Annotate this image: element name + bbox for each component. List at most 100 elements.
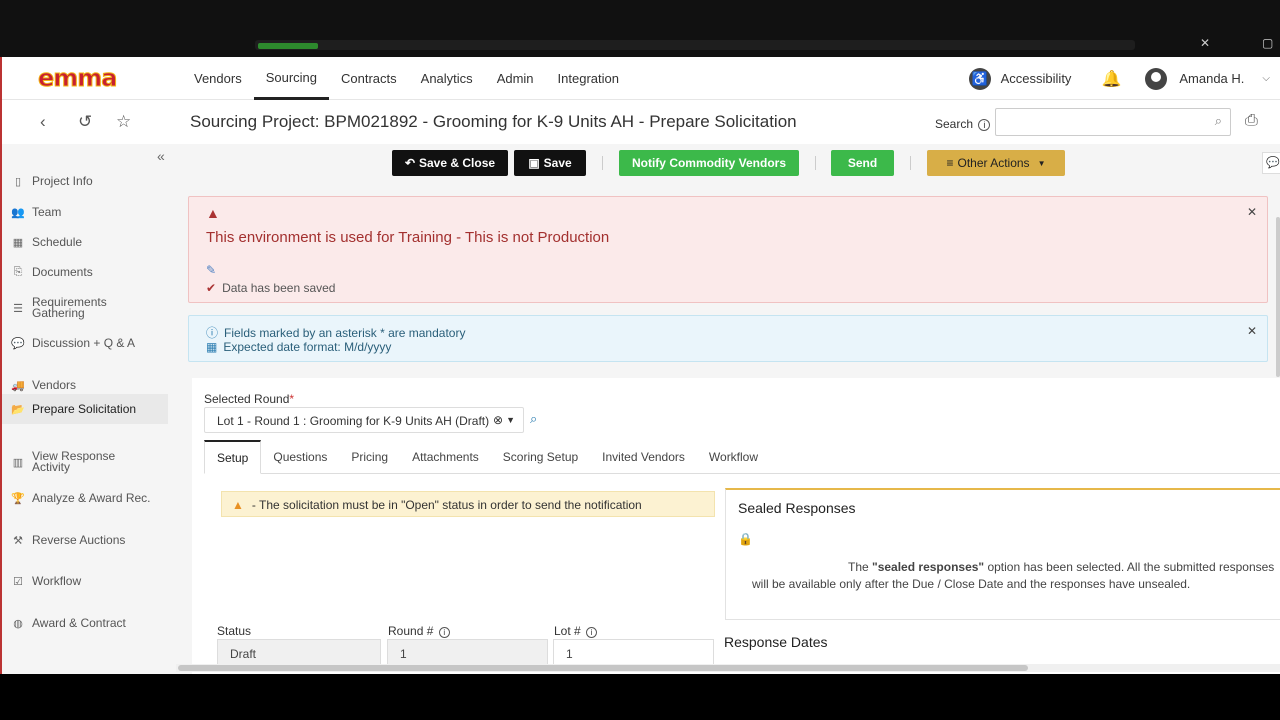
other-actions-button[interactable]: ≡ Other Actions ▼ — [927, 150, 1065, 176]
round-label: Round # i — [388, 624, 450, 638]
sidebar-item-workflow[interactable]: ☑ Workflow — [10, 575, 176, 588]
nav-admin[interactable]: Admin — [485, 57, 546, 100]
save-close-button[interactable]: ↶ Save & Close — [392, 150, 508, 176]
star-icon[interactable]: ☆ — [116, 112, 131, 132]
sidebar-item-schedule[interactable]: ▦ Schedule — [10, 236, 176, 249]
warning-icon: ▲ — [232, 498, 244, 512]
nav-integration[interactable]: Integration — [546, 57, 631, 100]
search-input[interactable]: ⌕ — [995, 108, 1231, 136]
sealed-description: The "sealed responses" option has been s… — [752, 560, 1275, 591]
selected-round-select[interactable]: Lot 1 - Round 1 : Grooming for K-9 Units… — [204, 407, 524, 433]
selected-round-label: Selected Round* — [204, 392, 295, 406]
tab-invited-vendors[interactable]: Invited Vendors — [590, 440, 697, 474]
list-icon: ☰ — [13, 302, 23, 315]
tab-workflow[interactable]: Workflow — [697, 440, 770, 474]
tab-attachments[interactable]: Attachments — [400, 440, 491, 474]
round-field: 1 — [387, 639, 548, 665]
sidebar-item-discussion[interactable]: 💬 Discussion + Q & A — [10, 337, 176, 350]
window-icon[interactable]: ▢ — [1262, 36, 1273, 50]
clear-icon[interactable]: ⊗ — [493, 413, 503, 427]
collapse-sidebar-icon[interactable]: « — [157, 148, 165, 164]
info-icon: i — [978, 119, 991, 131]
search-icon[interactable]: ⌕ — [530, 411, 537, 427]
back-icon[interactable]: ‹ — [40, 112, 46, 132]
sealed-title: Sealed Responses — [738, 500, 856, 516]
app-window: emma Vendors Sourcing Contracts Analytic… — [0, 57, 1280, 674]
sidebar-item-reverse-auctions[interactable]: ⚒ Reverse Auctions — [10, 534, 176, 547]
close-icon[interactable]: ✕ — [1247, 205, 1257, 219]
sidebar-item-team[interactable]: 👥 Team — [10, 206, 176, 219]
sidebar: « ▯ Project Info 👥 Team ▦ Schedule ⎘ Documen… — [2, 144, 176, 674]
search-label: Search i — [935, 117, 991, 131]
history-icon[interactable]: ↺ — [78, 112, 92, 132]
horizontal-scrollbar[interactable] — [176, 664, 1280, 672]
sidebar-item-award-contract[interactable]: ◍ Award & Contract — [10, 617, 176, 630]
date-format-note: ▦ Expected date format: M/d/yyyy — [206, 340, 392, 354]
calendar-icon: ▦ — [12, 237, 24, 249]
close-icon[interactable]: ✕ — [1247, 324, 1257, 338]
browser-chrome: ✕ ▢ — [0, 0, 1280, 57]
chart-icon: ▥ — [12, 456, 24, 469]
solicitation-card: Selected Round* Lot 1 - Round 1 : Groomi… — [192, 378, 1280, 674]
sidebar-item-project-info[interactable]: ▯ Project Info — [10, 175, 176, 188]
nav-sourcing[interactable]: Sourcing — [253, 57, 330, 100]
nav-right: ♿ Accessibility 🔔 Amanda H. ⌵ — [968, 57, 1280, 100]
divider — [602, 156, 603, 170]
address-bar[interactable] — [255, 40, 1135, 50]
comments-icon: 💬 — [11, 338, 25, 350]
sidebar-item-documents[interactable]: ⎘ Documents — [10, 266, 176, 279]
nav-vendors[interactable]: Vendors — [182, 57, 254, 100]
address-highlight — [258, 43, 318, 49]
bell-icon[interactable]: 🔔 — [1101, 69, 1121, 89]
response-dates-heading: Response Dates — [724, 634, 828, 650]
main-nav: Vendors Sourcing Contracts Analytics Adm… — [182, 57, 631, 100]
user-menu[interactable]: Amanda H. ⌵ — [1145, 67, 1270, 90]
nav-analytics[interactable]: Analytics — [409, 57, 485, 100]
sidebar-item-requirements[interactable]: ☰ Requirements Gathering — [10, 296, 176, 319]
chevron-down-icon: ⌵ — [1262, 73, 1270, 84]
tab-questions[interactable]: Questions — [261, 440, 339, 474]
solicitation-tabs: Setup Questions Pricing Attachments Scor… — [204, 440, 1280, 474]
info-alert: ⓘ Fields marked by an asterisk * are mand… — [188, 315, 1268, 362]
tab-pricing[interactable]: Pricing — [339, 440, 400, 474]
save-button[interactable]: ▣ Save — [514, 150, 586, 176]
info-icon: i — [586, 627, 598, 638]
tab-scoring-setup[interactable]: Scoring Setup — [491, 440, 590, 474]
training-message: This environment is used for Training - … — [206, 229, 610, 246]
emma-logo[interactable]: emma — [38, 64, 130, 93]
gavel-icon: ⚒ — [13, 535, 23, 547]
accessibility-button[interactable]: ♿ Accessibility — [968, 67, 1071, 90]
send-button[interactable]: Send — [831, 150, 894, 176]
mandatory-note: ⓘ Fields marked by an asterisk * are mand… — [206, 326, 466, 340]
chat-icon[interactable]: 💬 — [1262, 152, 1280, 174]
trophy-icon: 🏆 — [11, 493, 25, 505]
training-alert: ▲ This environment is used for Training … — [188, 196, 1268, 303]
warning-icon: ▲ — [206, 205, 220, 221]
close-tab-icon[interactable]: ✕ — [1200, 36, 1210, 50]
floppy-icon: ▣ — [528, 156, 540, 170]
nav-contracts[interactable]: Contracts — [329, 57, 409, 100]
calendar-icon: ▦ — [206, 340, 218, 354]
search-icon[interactable]: ⌕ — [1215, 113, 1222, 129]
sidebar-item-view-response[interactable]: ▥ View Response Activity — [10, 450, 176, 473]
tab-setup[interactable]: Setup — [204, 440, 262, 474]
palette-icon: ◍ — [13, 618, 23, 630]
status-label: Status — [217, 624, 252, 638]
vertical-scrollbar[interactable] — [1276, 217, 1280, 377]
sidebar-item-vendors[interactable]: 🚚 Vendors — [10, 379, 176, 392]
info-icon: ⓘ — [206, 326, 219, 340]
sidebar-item-prepare-solicitation[interactable]: 📂 Prepare Solicitation — [2, 394, 168, 424]
folder-open-icon: 📂 — [11, 403, 25, 416]
saved-message: ✔ Data has been saved — [206, 281, 336, 295]
pencil-icon: ✎ — [206, 263, 217, 277]
print-icon[interactable]: ⎙ — [1245, 112, 1258, 130]
scroll-thumb[interactable] — [178, 665, 1028, 671]
sidebar-item-analyze-award[interactable]: 🏆 Analyze & Award Rec. — [10, 492, 176, 505]
notify-vendors-button[interactable]: Notify Commodity Vendors — [619, 150, 799, 176]
top-navbar: emma Vendors Sourcing Contracts Analytic… — [2, 57, 1280, 100]
checkbox-icon: ☑ — [13, 576, 23, 588]
user-name: Amanda H. — [1179, 71, 1245, 86]
info-icon: i — [438, 627, 450, 638]
lot-label: Lot # i — [554, 624, 598, 638]
status-notice: ▲ - The solicitation must be in "Open" st… — [221, 491, 715, 517]
